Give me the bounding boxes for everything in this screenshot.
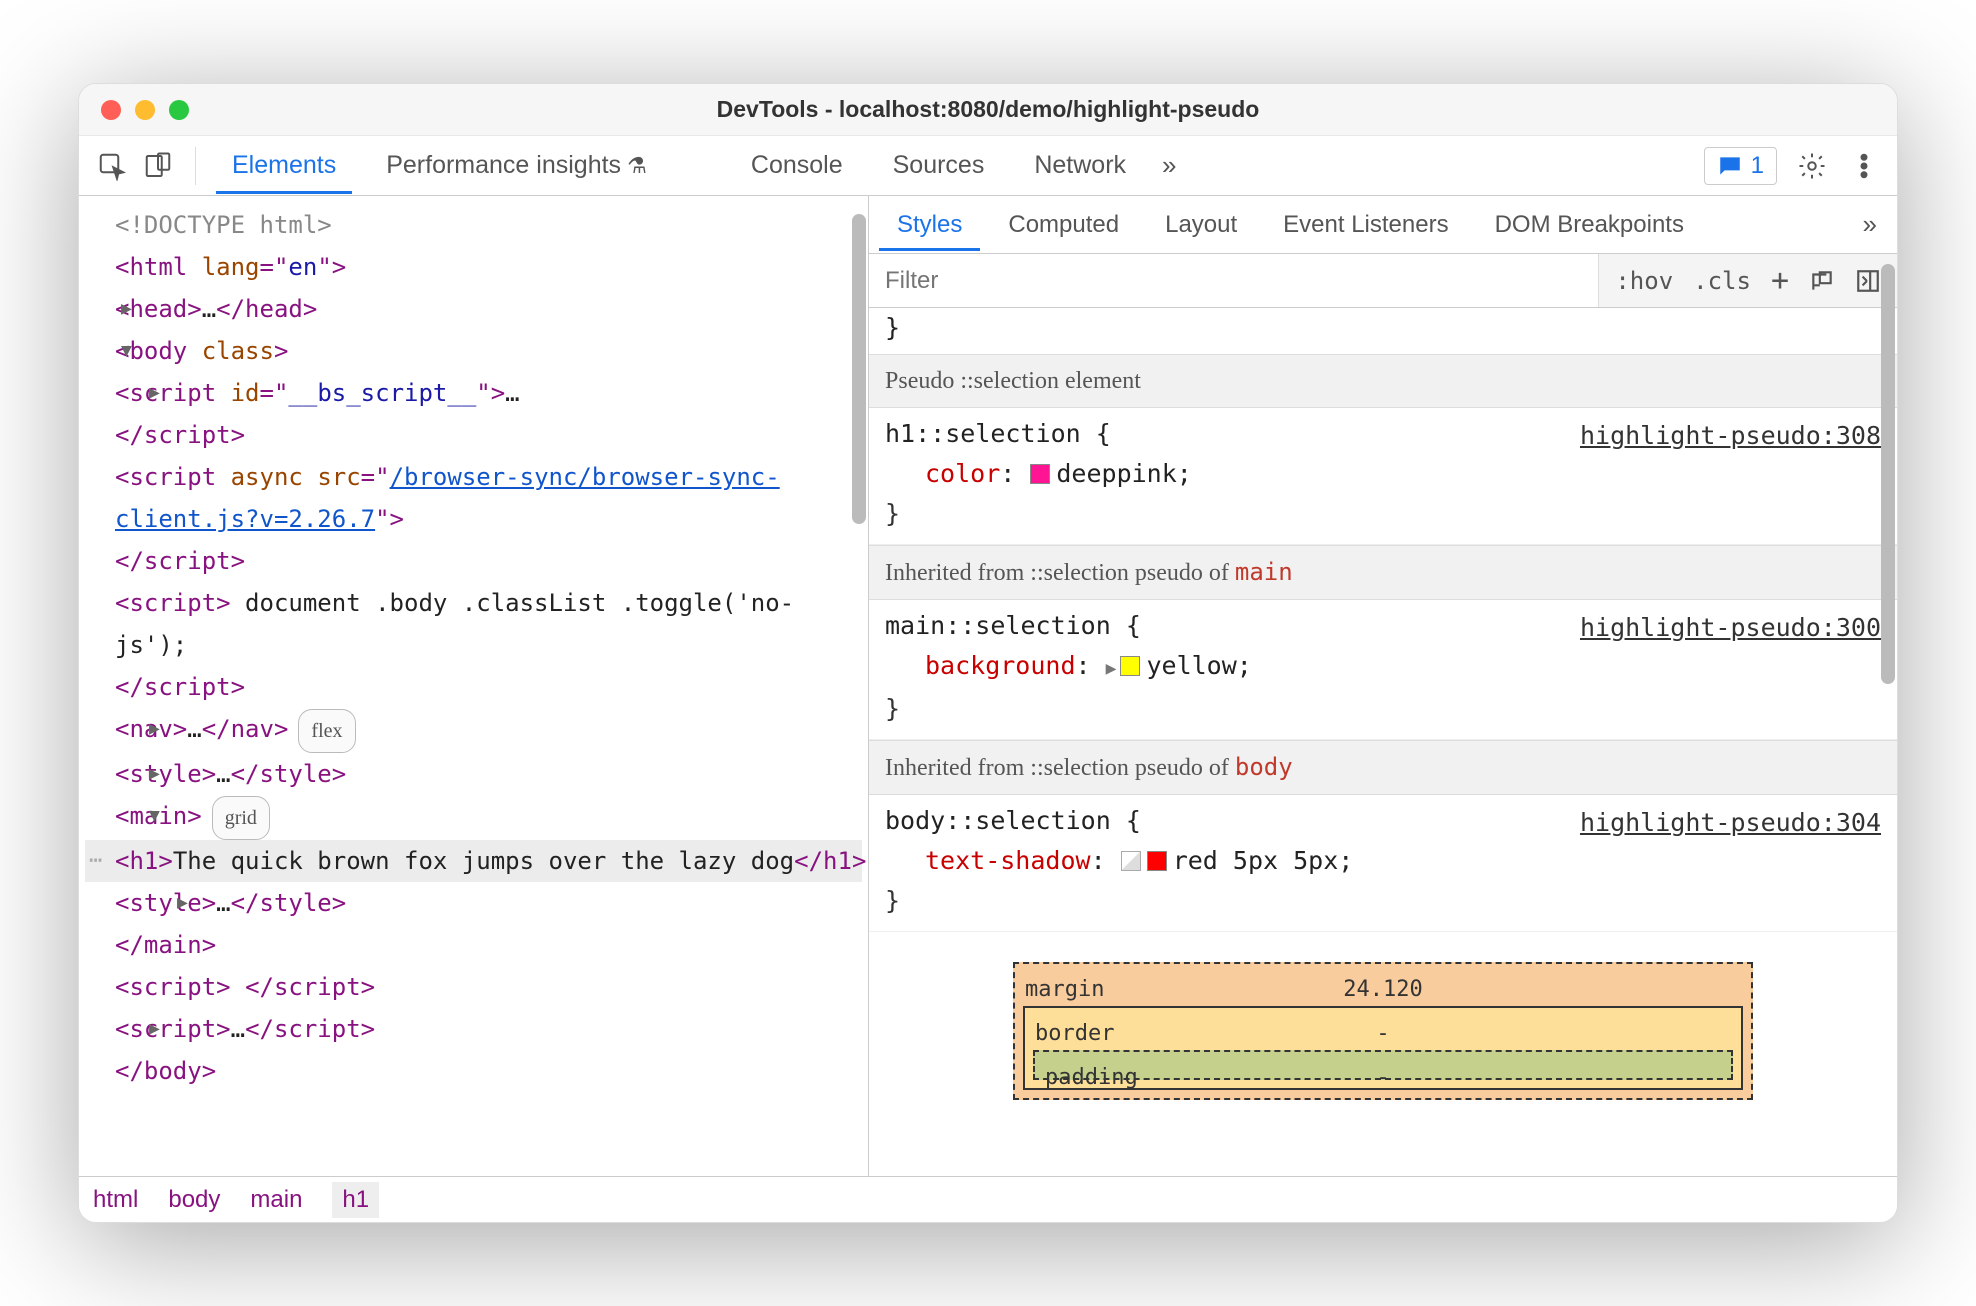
inspect-element-icon[interactable] — [95, 149, 129, 183]
sidebar-tab-computed[interactable]: Computed — [990, 199, 1137, 251]
css-rule[interactable]: highlight-pseudo:304body::selection {tex… — [869, 795, 1897, 932]
breadcrumb-h1[interactable]: h1 — [332, 1182, 379, 1218]
dom-node[interactable]: ▶<style>…</style> — [85, 882, 862, 924]
dom-node[interactable]: </main> — [85, 924, 862, 966]
dom-node[interactable]: ▼<body class> — [85, 330, 862, 372]
sidebar-tabs: StylesComputedLayoutEvent ListenersDOM B… — [869, 196, 1897, 254]
dom-node[interactable]: </script> — [85, 666, 862, 708]
dom-node[interactable]: </script> — [85, 414, 862, 456]
separator — [195, 147, 196, 185]
devtools-toolbar: Elements Performance insights ⚗ Console Sou… — [79, 136, 1897, 196]
kebab-menu-icon[interactable] — [1847, 149, 1881, 183]
sidebar-tab-event-listeners[interactable]: Event Listeners — [1265, 199, 1466, 251]
panel-tab-network[interactable]: Network — [1018, 137, 1142, 194]
breadcrumb-body[interactable]: body — [168, 1186, 220, 1214]
dom-node[interactable]: </body> — [85, 1050, 862, 1092]
styles-section-header: Inherited from ::selection pseudo of mai… — [869, 545, 1897, 600]
issues-count: 1 — [1751, 152, 1764, 180]
window-title: DevTools - localhost:8080/demo/highlight… — [79, 96, 1897, 123]
sidebar-tab-layout[interactable]: Layout — [1147, 199, 1255, 251]
more-tabs-chevron-icon[interactable]: » — [1154, 150, 1184, 181]
issues-badge[interactable]: 1 — [1704, 147, 1777, 185]
panel-tab-console[interactable]: Console — [735, 137, 859, 194]
rendering-icon[interactable] — [1809, 268, 1835, 294]
elements-panel: <!DOCTYPE html><html lang="en">▶<head>…<… — [79, 196, 869, 1176]
panel-tab-elements[interactable]: Elements — [216, 137, 352, 194]
settings-gear-icon[interactable] — [1795, 149, 1829, 183]
dom-node[interactable]: <html lang="en"> — [85, 246, 862, 288]
dom-node[interactable]: ▶<style>…</style> — [85, 753, 862, 795]
devtools-window: DevTools - localhost:8080/demo/highlight… — [78, 83, 1898, 1223]
box-model-diagram[interactable]: margin24.120border-padding- — [1013, 962, 1753, 1100]
styles-filter-input[interactable] — [869, 267, 1598, 295]
styles-rules: } Pseudo ::selection elementhighlight-ps… — [869, 308, 1897, 1176]
dom-node[interactable]: <!DOCTYPE html> — [85, 204, 862, 246]
new-style-rule-icon[interactable]: + — [1771, 263, 1789, 298]
panel-tab-sources[interactable]: Sources — [877, 137, 1001, 194]
breadcrumb-main[interactable]: main — [250, 1186, 302, 1214]
rule-source-link[interactable]: highlight-pseudo:304 — [1580, 803, 1881, 843]
dom-node[interactable]: ▼<main>grid — [85, 795, 862, 840]
toggle-classes-button[interactable]: .cls — [1693, 267, 1751, 295]
device-toolbar-icon[interactable] — [141, 149, 175, 183]
rule-closing-brace: } — [869, 308, 1897, 354]
more-sidebar-tabs-icon[interactable]: » — [1853, 209, 1887, 240]
css-rule[interactable]: highlight-pseudo:300main::selection {bac… — [869, 600, 1897, 740]
css-rule[interactable]: highlight-pseudo:308h1::selection {color… — [869, 408, 1897, 545]
dom-node[interactable]: </script> — [85, 540, 862, 582]
toggle-hover-button[interactable]: :hov — [1615, 267, 1673, 295]
rule-source-link[interactable]: highlight-pseudo:308 — [1580, 416, 1881, 456]
styles-panel: StylesComputedLayoutEvent ListenersDOM B… — [869, 196, 1897, 1176]
scrollbar[interactable] — [1881, 264, 1895, 684]
dom-node[interactable]: ▶<head>…</head> — [85, 288, 862, 330]
panel-tabs: Elements Performance insights ⚗ Console Sou… — [216, 137, 1142, 194]
sidebar-tab-styles[interactable]: Styles — [879, 199, 980, 251]
panel-tab-performance-insights[interactable]: Performance insights ⚗ — [370, 137, 663, 194]
dom-node[interactable]: <script> </script> — [85, 966, 862, 1008]
breadcrumb: html body main h1 — [79, 1176, 1897, 1222]
dom-node[interactable]: <script> document .body .classList .togg… — [85, 582, 862, 666]
titlebar: DevTools - localhost:8080/demo/highlight… — [79, 84, 1897, 136]
scrollbar[interactable] — [852, 214, 866, 524]
styles-filter-bar: :hov .cls + — [869, 254, 1897, 308]
dom-node[interactable]: ▶<script id="__bs_script__">… — [85, 372, 862, 414]
styles-section-header: Pseudo ::selection element — [869, 354, 1897, 408]
computed-sidebar-toggle-icon[interactable] — [1855, 268, 1881, 294]
sidebar-tab-dom-breakpoints[interactable]: DOM Breakpoints — [1477, 199, 1702, 251]
rule-source-link[interactable]: highlight-pseudo:300 — [1580, 608, 1881, 648]
dom-node[interactable]: <script async src="/browser-sync/browser… — [85, 456, 862, 540]
styles-section-header: Inherited from ::selection pseudo of bod… — [869, 740, 1897, 795]
dom-tree[interactable]: <!DOCTYPE html><html lang="en">▶<head>…<… — [79, 196, 868, 1100]
breadcrumb-html[interactable]: html — [93, 1186, 138, 1214]
dom-node[interactable]: <h1>The quick brown fox jumps over the l… — [85, 840, 862, 882]
dom-node[interactable]: ▶<nav>…</nav>flex — [85, 708, 862, 753]
dom-node[interactable]: ▶<script>…</script> — [85, 1008, 862, 1050]
